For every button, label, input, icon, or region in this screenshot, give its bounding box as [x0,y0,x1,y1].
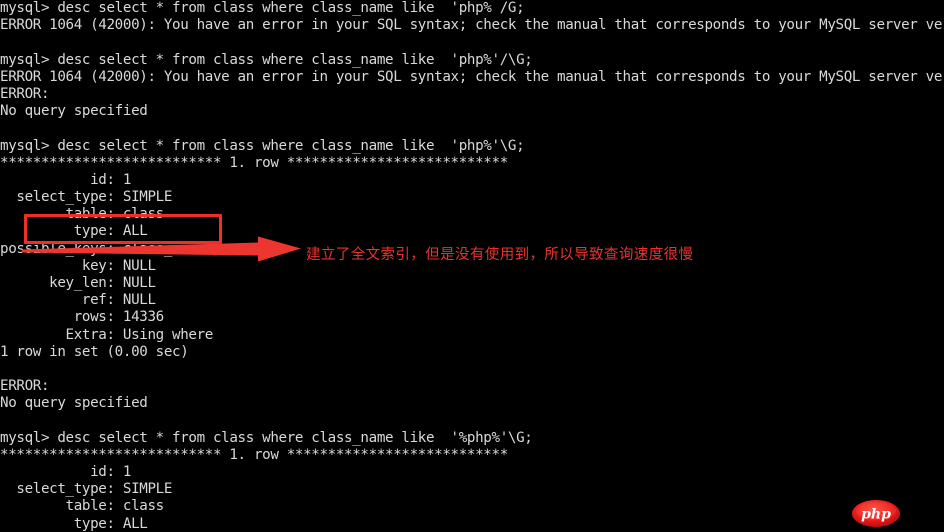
terminal-line: ref: NULL [0,292,156,309]
terminal-line: No query specified [0,395,148,412]
terminal-line: select_type: SIMPLE [0,481,173,498]
terminal-line: mysql> desc select * from class where cl… [0,51,533,68]
terminal-line: rows: 14336 [0,309,164,326]
terminal-line: type: ALL [0,223,148,240]
terminal-line: ERROR 1064 (42000): You have an error in… [0,68,944,85]
php-logo-watermark: php [851,499,901,528]
annotation-note-text: 建立了全文索引，但是没有使用到，所以导致查询速度很慢 [306,247,694,263]
terminal-line: key_len: NULL [0,275,156,291]
terminal-window: mysql> desc select * from class where cl… [0,0,944,532]
svg-text:php: php [861,507,891,523]
terminal-line: *************************** 1. row *****… [0,446,508,463]
terminal-line: *************************** 1. row *****… [0,154,508,171]
terminal-line: ERROR: [0,85,50,102]
php-icon: php [852,500,900,527]
terminal-line: type: ALL [0,515,148,532]
terminal-line: mysql> desc select * from class where cl… [0,0,525,16]
terminal-line: mysql> desc select * from class where cl… [0,429,533,446]
terminal-line: id: 1 [0,464,132,481]
terminal-line: ERROR: [0,378,50,395]
terminal-line: table: class [0,206,165,223]
terminal-line: Extra: Using where [0,326,214,343]
terminal-output[interactable]: mysql> desc select * from class where cl… [0,0,944,532]
terminal-line: No query specified [0,103,148,120]
terminal-line: select_type: SIMPLE [0,189,173,206]
terminal-line: id: 1 [0,171,132,188]
terminal-line: mysql> desc select * from class where cl… [0,137,525,154]
terminal-line: table: class [0,498,165,515]
terminal-line: ERROR 1064 (42000): You have an error in… [0,17,944,34]
terminal-line: 1 row in set (0.00 sec) [0,343,189,360]
